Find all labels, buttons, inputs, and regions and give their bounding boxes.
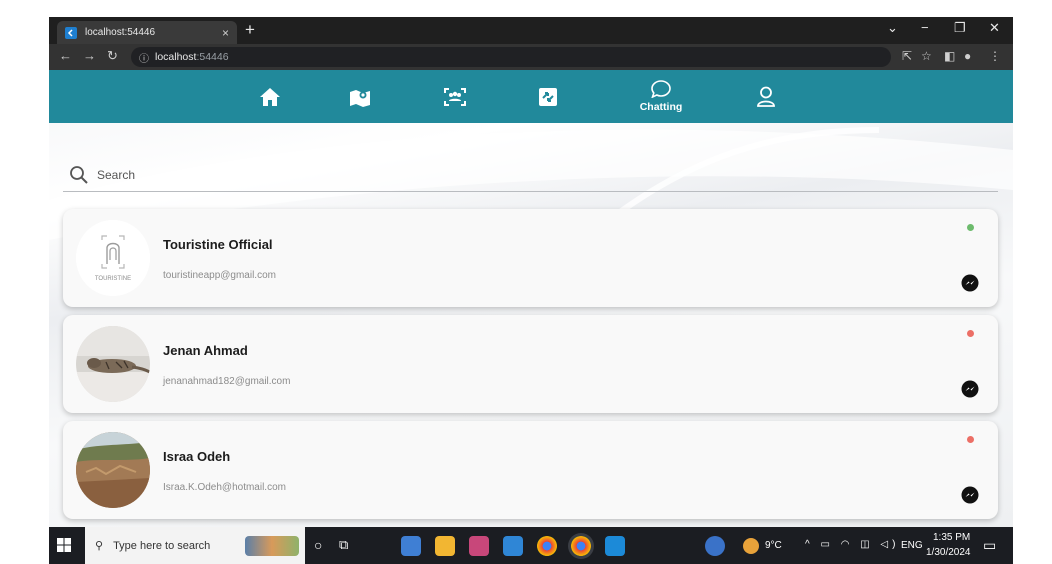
address-bar[interactable]: ⓘ localhost :54446 [131, 47, 891, 67]
nav-gallery[interactable] [533, 70, 563, 123]
status-dot-offline [967, 436, 974, 443]
avatar [76, 432, 150, 508]
restore-icon[interactable]: ❐ [954, 20, 966, 36]
windows-taskbar: ⚲ Type here to search ○ ⧉ 9°C ^ ▭ ◠ ◫ ◁)… [49, 527, 1013, 564]
messenger-icon[interactable] [961, 274, 979, 292]
language-indicator[interactable]: ENG [901, 540, 923, 551]
status-dot-offline [967, 330, 974, 337]
new-tab-button[interactable]: + [245, 20, 255, 40]
task-view-icon[interactable]: ⧉ [339, 537, 348, 553]
contact-card[interactable]: Israa Odeh Israa.K.Odeh@hotmail.com [63, 421, 998, 519]
avatar: TOURISTINE [76, 220, 150, 296]
contact-email: touristineapp@gmail.com [163, 270, 276, 281]
tab-close-icon[interactable]: × [222, 26, 229, 40]
profile-avatar-icon[interactable]: ● [964, 49, 971, 63]
favicon-icon [65, 26, 77, 39]
nav-home[interactable] [255, 70, 285, 123]
site-info-icon[interactable]: ⓘ [139, 50, 149, 65]
weather-icon [743, 538, 759, 554]
contact-name: Jenan Ahmad [163, 343, 248, 358]
nav-chatting[interactable]: Chatting [635, 70, 687, 123]
screen: localhost:54446 × + ⌄ − ❐ ✕ ← → ↻ ⓘ loca… [0, 0, 1052, 564]
share-icon[interactable]: ⇱ [902, 49, 912, 63]
gallery-icon [539, 87, 557, 106]
chrome-icon[interactable] [537, 536, 557, 556]
browser-toolbar: ← → ↻ ⓘ localhost :54446 ⇱ ☆ ◧ ● ⋮ [49, 44, 1013, 70]
nav-group[interactable] [439, 70, 471, 123]
map-icon [350, 89, 370, 107]
avatar [76, 326, 150, 402]
top-nav-bar: Chatting [49, 70, 1013, 123]
url-port: :54446 [196, 51, 229, 63]
taskbar-search-icon: ⚲ [95, 540, 104, 552]
browser-window: localhost:54446 × + ⌄ − ❐ ✕ ← → ↻ ⓘ loca… [49, 17, 1013, 564]
minimize-icon[interactable]: − [921, 20, 929, 35]
file-explorer-icon[interactable] [435, 536, 455, 556]
touristine-logo-text: TOURISTINE [95, 276, 131, 282]
chrome-active-icon[interactable] [571, 536, 591, 556]
contact-email: Israa.K.Odeh@hotmail.com [163, 482, 286, 493]
nav-chatting-label: Chatting [639, 101, 683, 113]
back-icon[interactable]: ← [59, 48, 72, 63]
close-window-icon[interactable]: ✕ [989, 20, 1000, 36]
url-host: localhost [155, 51, 197, 63]
browser-menu-icon[interactable]: ⋮ [989, 49, 1001, 63]
profile-icon [757, 86, 775, 107]
vscode-icon[interactable] [605, 536, 625, 556]
chat-bubble-icon [651, 80, 671, 98]
side-panel-icon[interactable]: ◧ [944, 49, 955, 63]
group-icon [444, 87, 466, 106]
touristine-logo: TOURISTINE [76, 220, 150, 296]
taskbar-search-placeholder: Type here to search [113, 539, 211, 552]
tab-strip: localhost:54446 × + ⌄ − ❐ ✕ [49, 17, 1013, 44]
mail-icon[interactable] [503, 536, 523, 556]
landscape-photo [76, 432, 150, 508]
browser-tab[interactable]: localhost:54446 × [57, 21, 237, 44]
nav-profile[interactable] [751, 70, 781, 123]
cortana-icon[interactable]: ○ [314, 537, 322, 553]
temperature-text: 9°C [765, 540, 782, 551]
contact-card[interactable]: TOURISTINE Touristine Official touristin… [63, 209, 998, 307]
help-icon[interactable] [705, 536, 725, 556]
system-tray-icons[interactable]: ^ ▭ ◠ ◫ ◁) [805, 539, 899, 550]
home-icon [260, 87, 280, 106]
contact-email: jenanahmad182@gmail.com [163, 376, 291, 387]
contact-name: Israa Odeh [163, 449, 231, 464]
app-icon-1[interactable] [401, 536, 421, 556]
notification-icon[interactable]: ▭ [983, 537, 996, 554]
search-input[interactable] [97, 167, 697, 182]
clock-date[interactable]: 1/30/2024 [926, 547, 971, 558]
status-dot-online [967, 224, 974, 231]
reload-icon[interactable]: ↻ [107, 48, 118, 64]
windows-start-icon[interactable] [57, 538, 71, 552]
nav-map[interactable] [345, 70, 375, 123]
forward-icon[interactable]: → [83, 48, 96, 63]
search-bar[interactable] [63, 158, 998, 192]
search-highlight-image [245, 536, 299, 556]
clock-time[interactable]: 1:35 PM [933, 532, 970, 543]
app-icon-3[interactable] [469, 536, 489, 556]
app-viewport: Chatting TOURISTINE [49, 70, 1013, 527]
contact-name: Touristine Official [163, 237, 273, 252]
messenger-icon[interactable] [961, 486, 979, 504]
messenger-icon[interactable] [961, 380, 979, 398]
tab-search-chevron-icon[interactable]: ⌄ [887, 20, 898, 36]
cat-photo [76, 326, 150, 402]
contact-card[interactable]: Jenan Ahmad jenanahmad182@gmail.com [63, 315, 998, 413]
tab-title: localhost:54446 [85, 27, 156, 38]
search-icon [70, 165, 88, 184]
bookmark-star-icon[interactable]: ☆ [921, 49, 932, 63]
